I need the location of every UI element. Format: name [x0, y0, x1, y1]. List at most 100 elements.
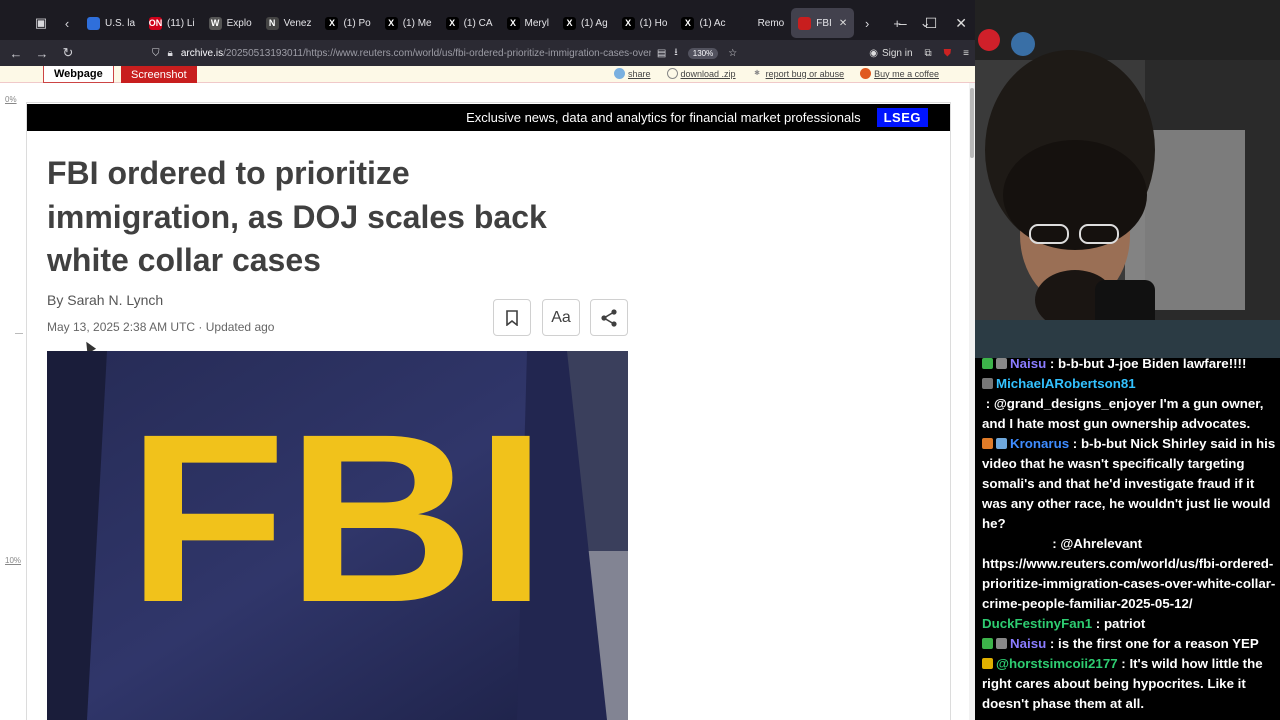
tab-favicon-icon: X: [445, 16, 459, 30]
streamer-webcam-image: [975, 0, 1280, 358]
browser-tab[interactable]: N Venez: [259, 8, 319, 38]
tab-label: (1) Ac: [699, 17, 726, 29]
tab-label: Remo: [757, 17, 785, 29]
zoom-level[interactable]: 130%: [687, 47, 719, 59]
webpage-tab[interactable]: Webpage: [43, 66, 114, 83]
minimize-icon[interactable]: –: [899, 15, 907, 31]
forward-icon[interactable]: →: [30, 41, 54, 65]
percent-10-link[interactable]: 10%: [5, 556, 21, 565]
browser-tab[interactable]: X (1) Po: [318, 8, 377, 38]
back-icon[interactable]: ←: [4, 41, 28, 65]
tab-label: (1) Ag: [580, 17, 608, 29]
tab-favicon-icon: X: [681, 16, 695, 30]
page-scrollbar-thumb[interactable]: [970, 88, 974, 158]
tabs-scroll-left-icon[interactable]: ‹: [56, 12, 78, 34]
tab-favicon-icon: [798, 16, 812, 30]
browser-tab[interactable]: X (1) Ag: [556, 8, 615, 38]
chat-username[interactable]: DuckFestinyFan1: [982, 616, 1092, 631]
shield-icon[interactable]: ⛉: [152, 48, 160, 59]
browser-tab[interactable]: X (1) Me: [378, 8, 439, 38]
browser-tab[interactable]: Remo: [733, 8, 792, 38]
sign-in-label: Sign in: [881, 47, 913, 59]
webcam-feed: [975, 0, 1280, 358]
chat-badge-icon: [982, 378, 993, 389]
bookmark-icon: [506, 309, 518, 326]
chat-separator: :: [1092, 616, 1104, 631]
chat-username[interactable]: MichaelARobertson81: [996, 376, 1136, 391]
tab-label: FBI: [816, 17, 832, 29]
screenshot-tab[interactable]: Screenshot: [121, 66, 197, 83]
tab-favicon-icon: [87, 16, 100, 30]
tab-favicon-icon: X: [621, 16, 635, 30]
lock-icon[interactable]: 🔒︎: [168, 48, 173, 59]
browser-tab[interactable]: X Meryl: [500, 8, 556, 38]
bookmark-star-icon[interactable]: ☆: [728, 48, 737, 59]
share-button[interactable]: [590, 299, 628, 336]
tabs-scroll-right-icon[interactable]: ›: [856, 12, 878, 34]
browser-tab[interactable]: FBI ✕: [791, 8, 855, 38]
account-icon: ◉: [869, 47, 878, 59]
chat-badge-icon: [982, 658, 993, 669]
tab-label: (1) Ho: [639, 17, 668, 29]
chat-badge-icon: [996, 438, 1007, 449]
browser-tab[interactable]: X (1) CA: [439, 8, 500, 38]
chat-separator: :: [982, 536, 1061, 551]
banner-text: Exclusive news, data and analytics for f…: [466, 110, 861, 125]
percent-0-link[interactable]: 0%: [5, 95, 17, 104]
fbi-lettering: FBI: [127, 384, 547, 652]
buy-coffee-link[interactable]: Buy me a coffee: [860, 68, 939, 79]
article-headline: FBI ordered to prioritize immigration, a…: [47, 155, 547, 278]
save-page-icon[interactable]: ⭳: [674, 45, 678, 62]
close-tab-icon[interactable]: ✕: [839, 18, 847, 29]
chat-text: b-b-but J-joe Biden lawfare!!!!: [1058, 356, 1247, 371]
percent-marker: [15, 333, 23, 334]
fbi-jacket-image: FBI: [47, 351, 628, 720]
chat-message: Kronarus : b-b-but Nick Shirley said in …: [982, 434, 1278, 534]
tab-label: Meryl: [524, 17, 549, 29]
browser-tab[interactable]: W Explo: [202, 8, 259, 38]
chat-text: patriot: [1103, 616, 1146, 631]
menu-icon[interactable]: ≡: [963, 48, 969, 59]
report-bug-link[interactable]: ✱ report bug or abuse: [752, 68, 844, 79]
tab-label: (1) Me: [402, 17, 432, 29]
download-zip-link[interactable]: download .zip: [666, 68, 736, 79]
close-window-icon[interactable]: ✕: [955, 15, 967, 32]
browser-tab[interactable]: ON (11) Li: [142, 8, 202, 38]
chat-username[interactable]: Naisu: [1010, 356, 1046, 371]
browser-tab[interactable]: U.S. la: [80, 8, 142, 38]
extensions-icon[interactable]: ⧉: [925, 48, 932, 59]
share-link[interactable]: share: [614, 68, 651, 79]
coffee-label: Buy me a coffee: [874, 68, 939, 79]
ublock-icon[interactable]: ⛊: [944, 48, 952, 59]
article-dateline: May 13, 2025 2:38 AM UTC · Updated ago: [47, 320, 275, 334]
chat-badge-icon: [996, 358, 1007, 369]
browser-tab[interactable]: X (1) Ho: [615, 8, 675, 38]
tab-favicon-icon: [739, 16, 753, 30]
chat-separator: :: [1046, 356, 1059, 371]
chat-text: @grand_designs_enjoyer I'm a gun owner, …: [982, 396, 1264, 431]
tab-overview-icon[interactable]: ▣: [30, 12, 52, 34]
tab-favicon-icon: W: [208, 16, 222, 30]
lseg-banner[interactable]: Exclusive news, data and analytics for f…: [27, 104, 950, 131]
font-size-label: Aa: [551, 308, 571, 326]
toolbar-right: ◉ Sign in ⧉ ⛊ ≡: [869, 42, 969, 64]
navigation-bar: ← → ↻ ⛉ 🔒︎ archive.is/20250513193011/htt…: [0, 40, 975, 66]
url-bar[interactable]: ⛉ 🔒︎ archive.is/20250513193011/https://w…: [152, 42, 766, 64]
bookmark-button[interactable]: [493, 299, 531, 336]
chat-username[interactable]: @horstsimcoii2177: [996, 656, 1118, 671]
font-size-button[interactable]: Aa: [542, 299, 580, 336]
article-byline[interactable]: By Sarah N. Lynch: [47, 292, 163, 308]
reader-view-icon[interactable]: ▤: [657, 48, 666, 59]
maximize-icon[interactable]: ☐: [925, 15, 938, 32]
browser-tab[interactable]: X (1) Ac: [674, 8, 732, 38]
reload-icon[interactable]: ↻: [56, 41, 80, 65]
chat-message: Naisu : is the first one for a reason YE…: [982, 634, 1278, 654]
chat-separator: :: [1046, 636, 1059, 651]
archive-header: Webpage Screenshot share download .zip ✱…: [0, 66, 975, 83]
sign-in-button[interactable]: ◉ Sign in: [869, 48, 912, 59]
url-text[interactable]: archive.is/20250513193011/https://www.re…: [181, 48, 651, 59]
chat-username[interactable]: Kronarus: [1010, 436, 1069, 451]
chat-username[interactable]: Naisu: [1010, 636, 1046, 651]
tab-label: U.S. la: [105, 17, 136, 29]
article-photo[interactable]: FBI: [47, 351, 628, 720]
